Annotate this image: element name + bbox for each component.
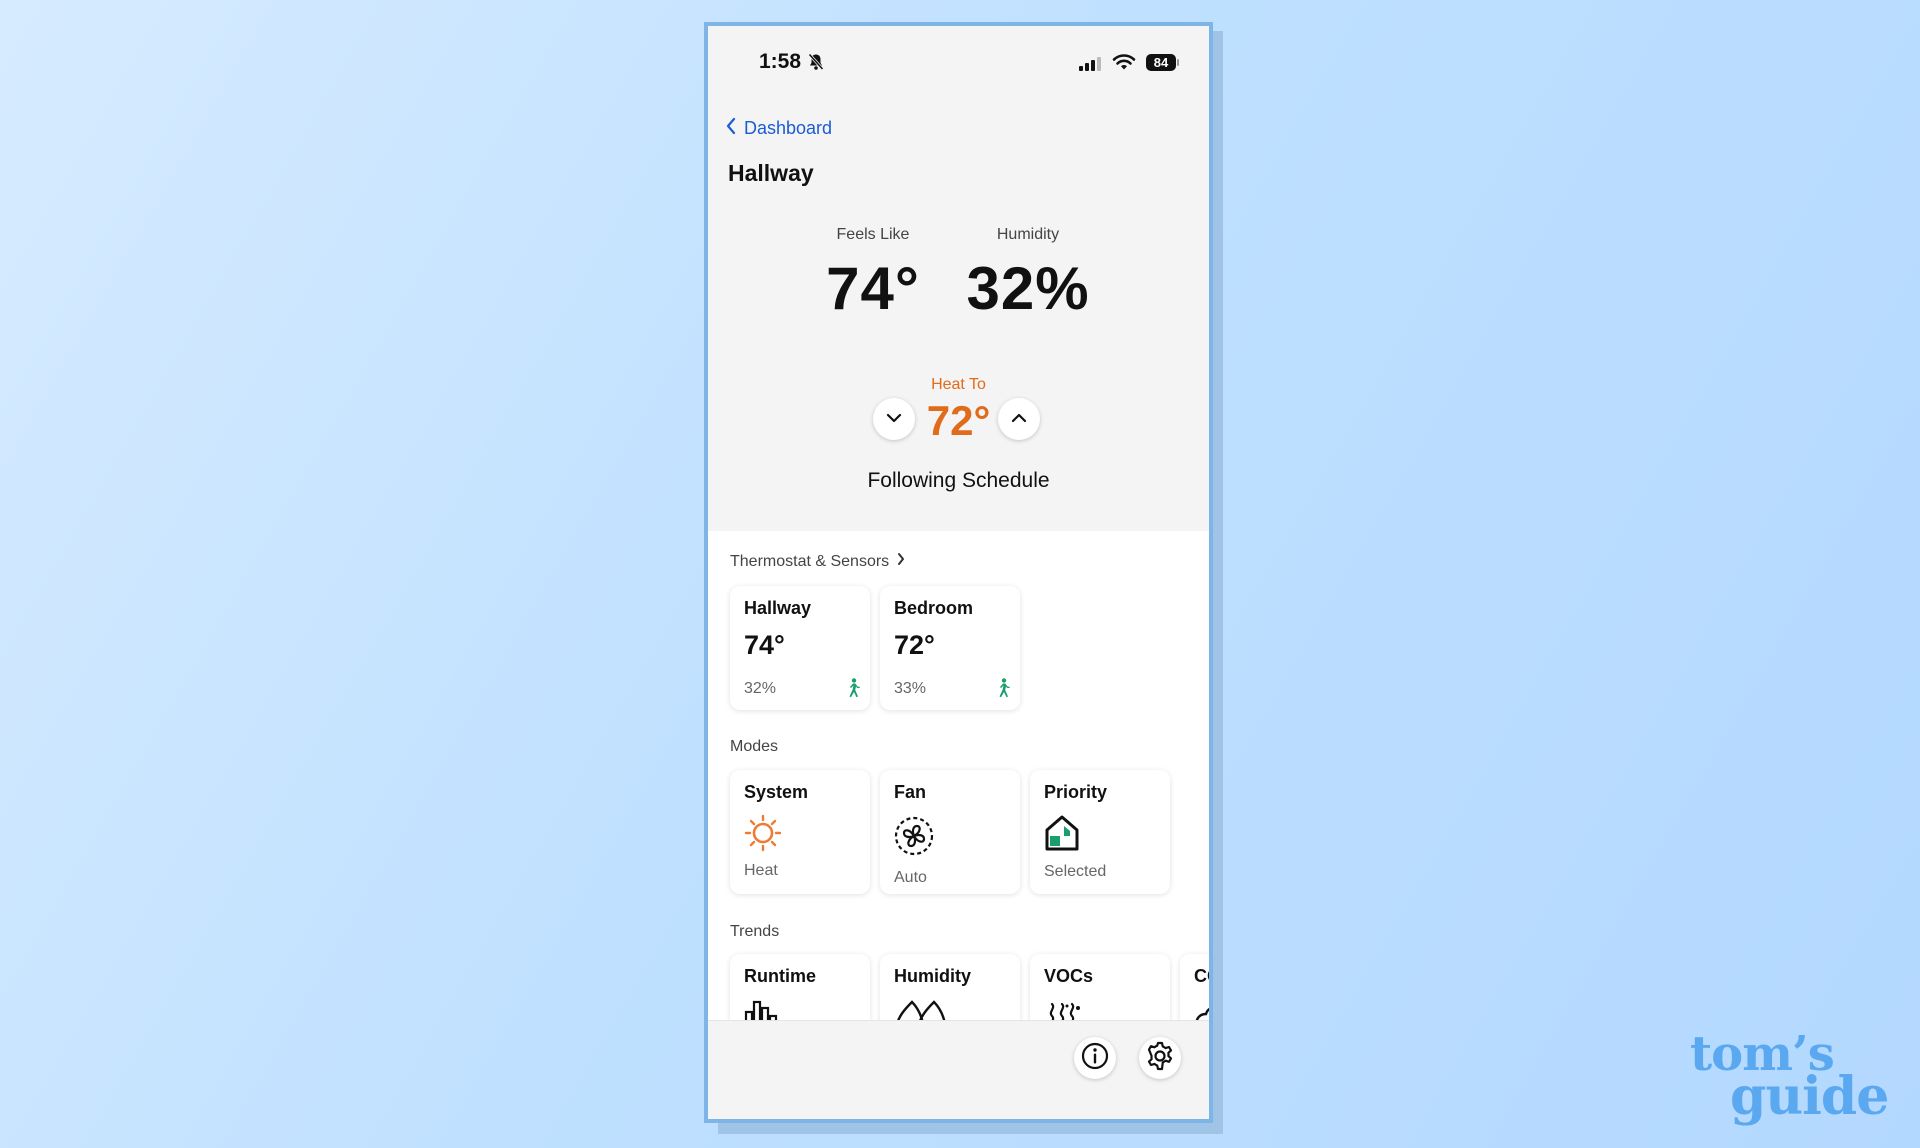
- mode-value: Selected: [1044, 863, 1107, 880]
- mode-title: Priority: [1044, 782, 1108, 802]
- mode-title: System: [744, 782, 809, 802]
- toms-guide-logo: tom’s guide: [1690, 1030, 1889, 1122]
- settings-button[interactable]: [1139, 1037, 1181, 1079]
- occupancy-icon: [996, 678, 1010, 703]
- mode-card-priority[interactable]: Priority Selected: [1030, 770, 1170, 894]
- heat-to-value: 72°: [926, 397, 991, 444]
- gear-icon: [1144, 1040, 1176, 1077]
- status-time: 1:58: [759, 50, 802, 73]
- sensor-name: Bedroom: [894, 598, 974, 618]
- info-button[interactable]: [1074, 1037, 1116, 1079]
- trend-title: Runtime: [744, 966, 816, 986]
- fan-icon: [894, 816, 934, 861]
- cellular-signal-icon: [1079, 57, 1103, 76]
- battery-tip: [1177, 59, 1179, 66]
- chevron-up-icon: [1011, 410, 1027, 428]
- info-icon: [1080, 1041, 1110, 1076]
- page-title: Hallway: [728, 160, 814, 186]
- phone-screen: 1:58 84 Dashboard Hallway Feels Like 74°…: [704, 22, 1213, 1123]
- humidity-value: 32%: [966, 255, 1090, 322]
- occupancy-icon: [846, 678, 860, 703]
- back-link-label: Dashboard: [744, 118, 833, 138]
- bell-off-icon: [808, 53, 824, 76]
- chevron-right-icon: [897, 552, 905, 571]
- trend-title: CO: [1194, 966, 1209, 986]
- sensor-humidity: 33%: [894, 680, 927, 697]
- trend-title: Humidity: [894, 966, 972, 986]
- sensor-card-hallway[interactable]: Hallway 74° 32%: [730, 586, 870, 710]
- increase-setpoint-button[interactable]: [998, 398, 1040, 440]
- sensor-humidity: 32%: [744, 680, 777, 697]
- bottom-bar: [708, 1020, 1209, 1119]
- status-bar: 1:58 84: [708, 26, 1209, 98]
- sensor-name: Hallway: [744, 598, 812, 618]
- back-to-dashboard-link[interactable]: Dashboard: [726, 117, 832, 140]
- sensor-temp: 74°: [744, 630, 785, 660]
- feels-like-label: Feels Like: [836, 226, 910, 243]
- mode-card-fan[interactable]: Fan Auto: [880, 770, 1020, 894]
- mode-value: Heat: [744, 862, 778, 879]
- house-icon: [1044, 814, 1080, 857]
- thermostat-sensors-link[interactable]: Thermostat & Sensors: [730, 552, 905, 571]
- heat-to-label: Heat To: [931, 376, 986, 393]
- sensors-section-label: Thermostat & Sensors: [730, 552, 890, 570]
- trend-title: VOCs: [1044, 966, 1094, 986]
- mode-value: Auto: [894, 869, 927, 886]
- battery-level: 84: [1146, 54, 1176, 71]
- wifi-icon: [1112, 53, 1136, 76]
- mode-title: Fan: [894, 782, 927, 802]
- trends-section-label: Trends: [730, 923, 780, 940]
- modes-section-label: Modes: [730, 738, 779, 755]
- sensor-temp: 72°: [894, 630, 935, 660]
- mode-card-system[interactable]: System Heat: [730, 770, 870, 894]
- humidity-label: Humidity: [996, 226, 1060, 243]
- sun-icon: [744, 814, 782, 857]
- sensor-card-bedroom[interactable]: Bedroom 72° 33%: [880, 586, 1020, 710]
- chevron-left-icon: [726, 117, 736, 140]
- schedule-status: Following Schedule: [867, 469, 1050, 492]
